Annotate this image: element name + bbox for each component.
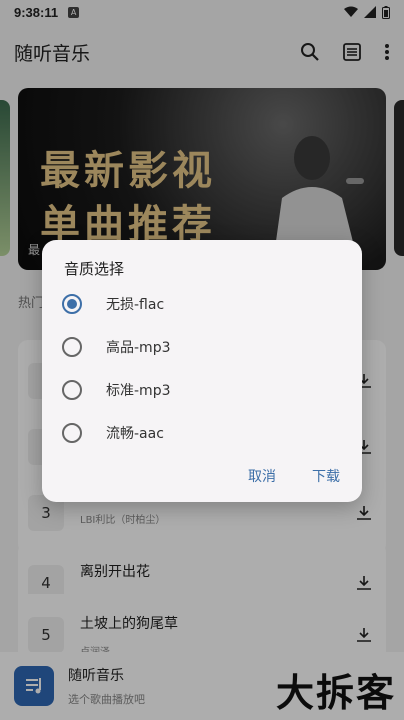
option-standard-mp3[interactable]: 标准-mp3 <box>62 370 342 410</box>
option-aac[interactable]: 流畅-aac <box>62 413 342 453</box>
option-label: 高品-mp3 <box>106 340 171 356</box>
dialog-title: 音质选择 <box>64 260 125 278</box>
option-label: 标准-mp3 <box>106 383 171 399</box>
option-flac[interactable]: 无损-flac <box>62 284 342 324</box>
radio-unchecked-icon[interactable] <box>62 380 82 400</box>
option-high-mp3[interactable]: 高品-mp3 <box>62 327 342 367</box>
download-button[interactable]: 下载 <box>312 466 340 486</box>
option-label: 无损-flac <box>106 297 165 313</box>
quality-dialog: 音质选择 无损-flac 高品-mp3 标准-mp3 流畅-aac 取消 下载 <box>42 240 362 502</box>
radio-unchecked-icon[interactable] <box>62 337 82 357</box>
option-label: 流畅-aac <box>106 426 164 442</box>
cancel-button[interactable]: 取消 <box>248 466 276 486</box>
radio-checked-icon[interactable] <box>62 294 82 314</box>
radio-unchecked-icon[interactable] <box>62 423 82 443</box>
